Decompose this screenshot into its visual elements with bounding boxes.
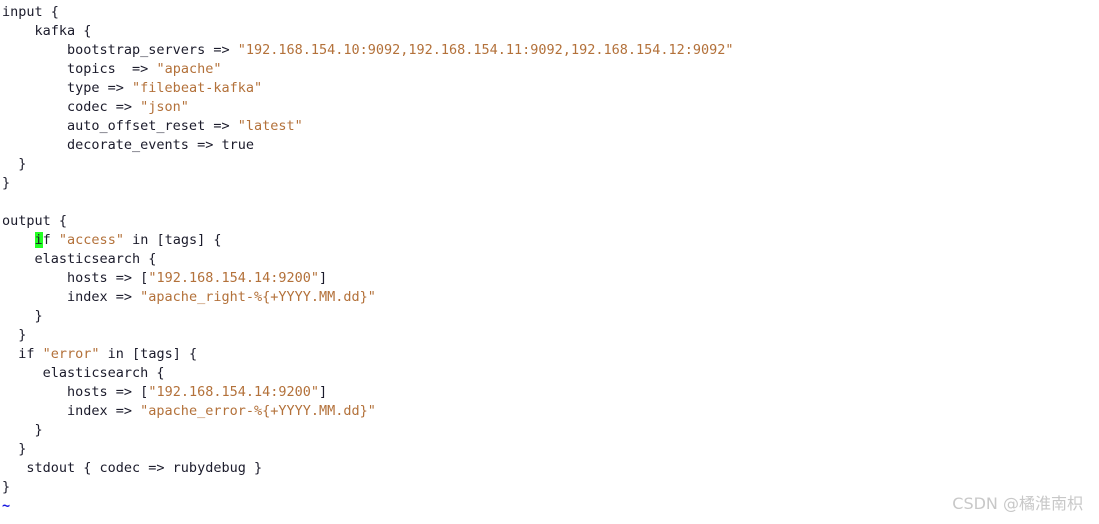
code-token-plain: auto_offset_reset => [2,118,238,134]
code-token-string: "apache_right-%{+YYYY.MM.dd}" [140,289,376,305]
code-line[interactable]: output { [0,212,1099,231]
code-editor-viewport[interactable]: input { kafka { bootstrap_servers => "19… [0,0,1099,524]
code-token-string: "error" [42,346,100,362]
code-token-plain: stdout { codec => rubydebug } [2,460,263,476]
code-token-plain: in [tags] { [99,346,198,362]
code-token-plain: } [2,308,43,324]
code-token-plain: type => [2,80,133,96]
code-token-plain: codec => [2,99,141,115]
code-token-plain: in [tags] { [123,232,222,248]
code-line[interactable] [0,193,1099,212]
code-line[interactable]: if "error" in [tags] { [0,345,1099,364]
code-token-plain: hosts => [ [2,270,149,286]
code-line[interactable]: hosts => ["192.168.154.14:9200"] [0,269,1099,288]
code-token-plain: } [2,175,11,191]
code-token-plain: decorate_events => true [2,137,254,153]
code-line[interactable]: input { [0,3,1099,22]
code-line[interactable]: elasticsearch { [0,250,1099,269]
code-token-string: "json" [140,99,189,115]
code-token-plain: elasticsearch { [2,251,157,267]
code-token-plain: ] [319,270,328,286]
code-line[interactable]: index => "apache_right-%{+YYYY.MM.dd}" [0,288,1099,307]
code-line[interactable]: kafka { [0,22,1099,41]
code-token-tilde: ~ [2,498,11,514]
code-token-string: "apache" [156,61,222,77]
code-token-string: "192.168.154.14:9200" [148,384,319,400]
code-line[interactable]: auto_offset_reset => "latest" [0,117,1099,136]
code-token-string: "latest" [237,118,303,134]
code-token-string: "filebeat-kafka" [132,80,263,96]
code-token-plain: topics => [2,61,157,77]
code-line[interactable]: stdout { codec => rubydebug } [0,459,1099,478]
code-line[interactable]: codec => "json" [0,98,1099,117]
code-line[interactable]: } [0,421,1099,440]
code-token-string: "192.168.154.14:9200" [148,270,319,286]
code-line[interactable]: topics => "apache" [0,60,1099,79]
code-line[interactable]: } [0,326,1099,345]
code-token-string: "192.168.154.10:9092,192.168.154.11:9092… [237,42,734,58]
code-line[interactable]: } [0,440,1099,459]
code-token-plain: ] [319,384,328,400]
code-lines-container[interactable]: input { kafka { bootstrap_servers => "19… [0,3,1099,516]
code-token-plain: input { [2,4,59,20]
code-line[interactable]: } [0,307,1099,326]
code-line[interactable]: bootstrap_servers => "192.168.154.10:909… [0,41,1099,60]
code-line[interactable]: type => "filebeat-kafka" [0,79,1099,98]
code-token-plain: } [2,479,11,495]
code-token-plain: bootstrap_servers => [2,42,238,58]
code-token-plain: } [2,327,27,343]
code-line[interactable]: index => "apache_error-%{+YYYY.MM.dd}" [0,402,1099,421]
code-token-plain: output { [2,213,68,229]
code-token-plain: } [2,156,27,172]
code-token-plain: } [2,441,27,457]
code-token-plain: kafka { [2,23,92,39]
code-token-plain: index => [2,403,141,419]
code-token-plain: index => [2,289,141,305]
code-line[interactable]: } [0,155,1099,174]
code-token-cursor: i [34,232,43,248]
code-token-plain: if [2,346,43,362]
code-token-string: "apache_error-%{+YYYY.MM.dd}" [140,403,376,419]
code-line[interactable]: if "access" in [tags] { [0,231,1099,250]
code-line[interactable]: elasticsearch { [0,364,1099,383]
code-line[interactable]: hosts => ["192.168.154.14:9200"] [0,383,1099,402]
code-token-plain: } [2,422,43,438]
code-token-plain: elasticsearch { [2,365,165,381]
code-line[interactable]: decorate_events => true [0,136,1099,155]
code-token-plain: hosts => [ [2,384,149,400]
code-line[interactable]: } [0,478,1099,497]
code-line[interactable]: } [0,174,1099,193]
csdn-watermark: CSDN @橘淮南枳 [952,494,1083,513]
code-token-plain: f [42,232,59,248]
code-line[interactable]: ~ [0,497,1099,516]
code-token-string: "access" [58,232,124,248]
